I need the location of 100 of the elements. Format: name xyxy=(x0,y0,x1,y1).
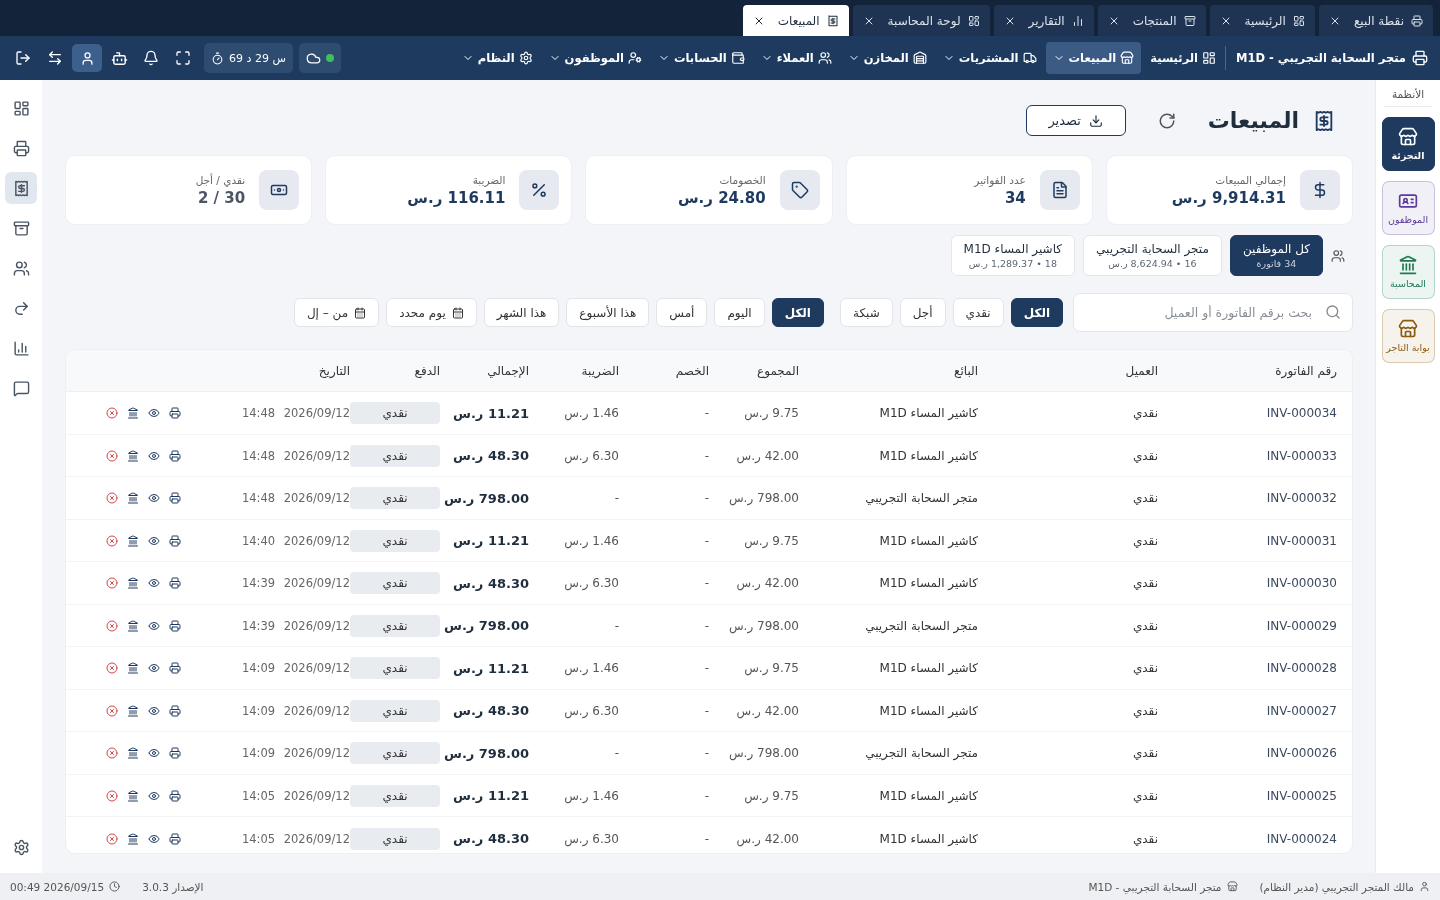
nav-menu-item[interactable]: العملاء xyxy=(753,42,839,74)
receipt-icon[interactable] xyxy=(5,172,37,204)
bank-button[interactable] xyxy=(127,789,139,802)
stat-label: إجمالي المبيعات xyxy=(1214,174,1286,186)
view-button[interactable] xyxy=(148,747,160,760)
cancel-button[interactable] xyxy=(106,534,118,547)
table-cell-text: 11.21 ر.س xyxy=(452,405,529,421)
bank-button[interactable] xyxy=(127,534,139,547)
export-button[interactable]: تصدير xyxy=(1025,105,1126,137)
window-tab[interactable]: المبيعات xyxy=(742,5,849,36)
employee-filter[interactable]: متجر السحابة التجريبي 16 • 8,624.94 ر.س xyxy=(1083,235,1222,277)
nav-menu-item[interactable]: الرئيسية xyxy=(1143,42,1224,74)
print-button[interactable] xyxy=(169,492,181,505)
view-button[interactable] xyxy=(148,789,160,802)
print-button[interactable] xyxy=(169,747,181,760)
date-picker[interactable]: يوم محدد xyxy=(386,298,477,328)
window-tab[interactable]: لوحة المحاسبة xyxy=(852,5,990,36)
bank-button[interactable] xyxy=(127,662,139,675)
nav-menu-item[interactable]: المشتريات xyxy=(935,42,1044,74)
view-button[interactable] xyxy=(148,449,160,462)
bank-button[interactable] xyxy=(127,492,139,505)
cancel-button[interactable] xyxy=(106,704,118,717)
view-button[interactable] xyxy=(148,407,160,420)
bank-button[interactable] xyxy=(127,407,139,420)
date-filter[interactable]: هذا الأسبوع xyxy=(566,298,650,328)
window-tab[interactable]: الرئيسية xyxy=(1209,5,1315,36)
date-filter[interactable]: هذا الشهر xyxy=(483,298,560,328)
print-button[interactable] xyxy=(169,619,181,632)
employee-filter[interactable]: كل الموظفين 34 فاتورة xyxy=(1229,235,1323,277)
payment-tag: نقدي xyxy=(350,742,440,765)
date-picker[interactable]: من – إل xyxy=(293,298,380,328)
bank-button[interactable] xyxy=(127,832,139,845)
view-button[interactable] xyxy=(148,832,160,845)
table-cell-text: 2026/09/12 14:48 xyxy=(240,406,350,421)
payment-filter[interactable]: شبكة xyxy=(840,298,893,328)
status-datetime: 2026/09/15 00:49 xyxy=(10,880,105,893)
nav-menu-item[interactable]: النظام xyxy=(454,42,540,74)
table-cell-text: INV-000024 xyxy=(1265,831,1337,846)
date-filter[interactable]: اليوم xyxy=(714,298,765,328)
cancel-button[interactable] xyxy=(106,789,118,802)
date-filter[interactable]: أمس xyxy=(656,298,708,328)
print-button[interactable] xyxy=(169,662,181,675)
bank-button[interactable] xyxy=(127,619,139,632)
store-icon xyxy=(1226,881,1238,892)
table-cell-text: 48.30 ر.س xyxy=(452,703,529,719)
nav-menu-item[interactable]: المخازن xyxy=(840,42,934,74)
date-filter[interactable]: الكل xyxy=(771,298,824,328)
view-button[interactable] xyxy=(148,619,160,632)
cancel-button[interactable] xyxy=(106,662,118,675)
cancel-button[interactable] xyxy=(106,577,118,590)
column-header: المجموع xyxy=(756,364,799,378)
print-button[interactable] xyxy=(169,832,181,845)
cancel-button[interactable] xyxy=(106,492,118,505)
nav-menu-item[interactable]: الموظفون xyxy=(541,42,649,74)
table-cell-text: نقدي xyxy=(1131,491,1158,506)
box-icon xyxy=(1183,14,1196,27)
table-cell-text: 9.75 ر.س xyxy=(743,406,799,421)
bank-button[interactable] xyxy=(127,747,139,760)
table-cell-text: نقدي xyxy=(1131,831,1158,846)
window-tab[interactable]: نقطة البيع xyxy=(1318,5,1433,36)
system-tile[interactable]: المحاسبة xyxy=(1381,245,1435,299)
view-button[interactable] xyxy=(148,492,160,505)
payment-filter[interactable]: أجل xyxy=(899,298,946,328)
timer-icon xyxy=(211,51,224,65)
view-button[interactable] xyxy=(148,662,160,675)
bank-button[interactable] xyxy=(127,449,139,462)
nav-menu-item[interactable]: المبيعات xyxy=(1045,42,1142,74)
system-tile[interactable]: بوابة التاجر xyxy=(1381,309,1435,363)
cancel-button[interactable] xyxy=(106,407,118,420)
cancel-button[interactable] xyxy=(106,619,118,632)
cancel-button[interactable] xyxy=(106,449,118,462)
swap-arrows-icon xyxy=(47,50,63,66)
users-icon xyxy=(817,51,832,65)
bank-button[interactable] xyxy=(127,577,139,590)
view-button[interactable] xyxy=(148,577,160,590)
cancel-button[interactable] xyxy=(106,747,118,760)
cancel-button[interactable] xyxy=(106,832,118,845)
search-field[interactable]: بحث برقم الفاتورة أو العميل xyxy=(1073,293,1353,333)
print-button[interactable] xyxy=(169,789,181,802)
print-button[interactable] xyxy=(169,449,181,462)
user-button[interactable] xyxy=(72,44,102,72)
bank-button[interactable] xyxy=(127,704,139,717)
connection-status[interactable] xyxy=(298,43,341,73)
window-tab[interactable]: التقارير xyxy=(993,5,1094,36)
settings-icon xyxy=(518,51,533,65)
employee-filter[interactable]: كاشير المساء M1D 18 • 1,289.37 ر.س xyxy=(950,235,1075,277)
print-button[interactable] xyxy=(169,534,181,547)
view-button[interactable] xyxy=(148,704,160,717)
print-button[interactable] xyxy=(169,407,181,420)
print-button[interactable] xyxy=(169,577,181,590)
payment-filter[interactable]: نقدي xyxy=(952,298,1004,328)
nav-menu-item[interactable]: الحسابات xyxy=(650,42,752,74)
table-cell-text: INV-000033 xyxy=(1265,448,1337,463)
payment-filter[interactable]: الكل xyxy=(1010,298,1063,328)
view-button[interactable] xyxy=(148,534,160,547)
system-tile[interactable]: الموظفون xyxy=(1381,181,1435,235)
print-button[interactable] xyxy=(169,704,181,717)
window-tab[interactable]: المنتجات xyxy=(1097,5,1206,36)
user-gear-icon xyxy=(627,51,642,65)
system-tile[interactable]: التجزئة xyxy=(1381,117,1435,171)
